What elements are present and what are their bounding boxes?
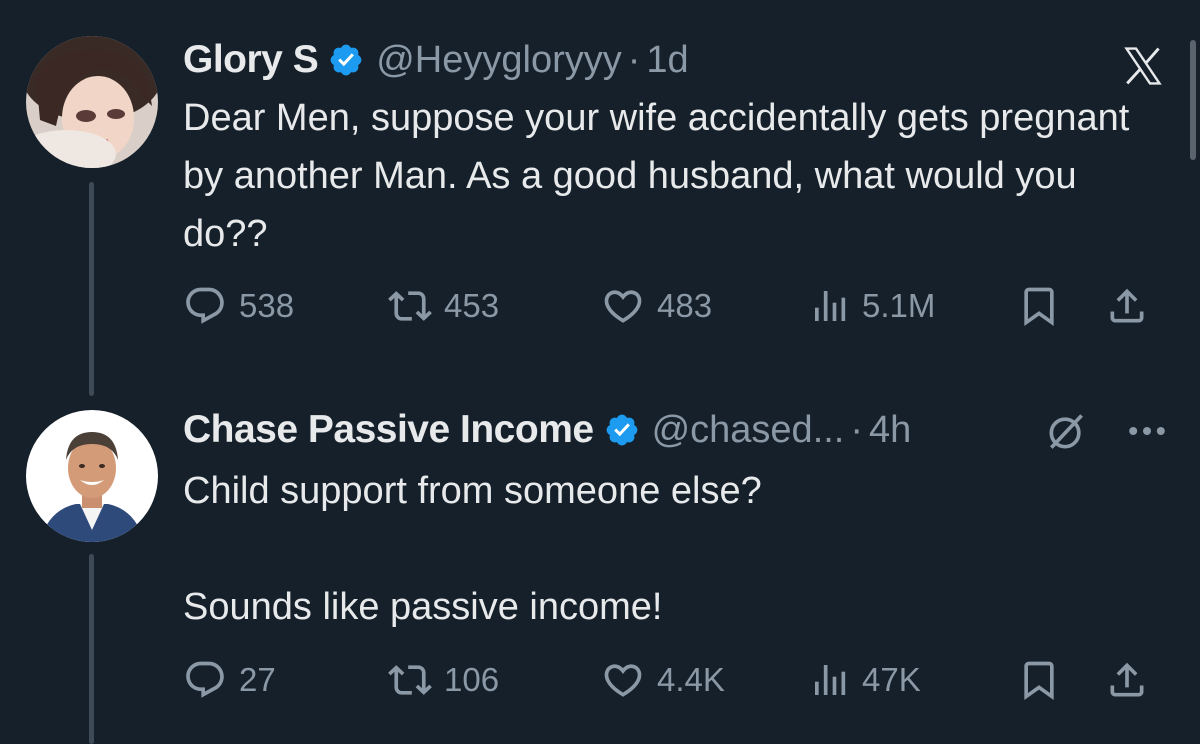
thread-line <box>89 182 94 396</box>
bookmark-icon <box>1024 287 1054 327</box>
x-logo-icon[interactable] <box>1116 44 1170 88</box>
reply-count: 27 <box>239 661 276 698</box>
bookmark-button[interactable] <box>1017 281 1061 331</box>
avatar-image <box>26 410 158 542</box>
retweet-count: 453 <box>444 287 500 324</box>
separator-dot: · <box>850 408 864 451</box>
timestamp[interactable]: 4h <box>869 409 911 452</box>
share-button[interactable] <box>1105 655 1149 705</box>
retweet-icon <box>388 665 432 695</box>
avatar[interactable] <box>26 36 158 168</box>
heart-icon <box>604 664 642 697</box>
share-button[interactable] <box>1105 281 1149 331</box>
thread-line <box>89 554 94 744</box>
reply-button[interactable]: 27 <box>183 655 276 705</box>
author-name[interactable]: Glory S <box>183 38 319 82</box>
tweet-actions: 27 106 4.4K 47K <box>183 655 1173 705</box>
author-name[interactable]: Chase Passive Income <box>183 408 594 452</box>
views-icon <box>815 665 846 695</box>
avatar-image <box>26 36 158 168</box>
reply-button[interactable]: 538 <box>183 281 294 331</box>
reply-icon <box>186 287 224 324</box>
author-handle[interactable]: @Heyygloryyy <box>376 39 622 82</box>
author-handle[interactable]: @chased... <box>652 409 845 452</box>
reply-icon <box>186 661 224 698</box>
retweet-button[interactable]: 106 <box>388 655 499 705</box>
reply-count: 538 <box>239 287 295 324</box>
views-count: 5.1M <box>862 287 936 324</box>
like-button[interactable]: 483 <box>601 281 712 331</box>
tweet-header: Glory S @Heyygloryyy · 1d <box>183 32 689 88</box>
scrollbar[interactable] <box>1190 40 1196 160</box>
views-button[interactable]: 47K <box>810 655 921 705</box>
verified-badge-icon <box>330 44 362 76</box>
timestamp[interactable]: 1d <box>646 39 688 82</box>
like-button[interactable]: 4.4K <box>601 655 725 705</box>
like-count: 4.4K <box>657 661 725 698</box>
like-count: 483 <box>657 287 713 324</box>
tweet-header: Chase Passive Income @chased... · 4h <box>183 402 911 458</box>
tweet-text: Child support from someone else? Sounds … <box>183 470 762 628</box>
views-icon <box>815 291 846 321</box>
original-tweet[interactable]: Glory S @Heyygloryyy · 1d Dear Men, supp… <box>0 0 1200 400</box>
verified-badge-icon <box>606 414 637 446</box>
retweet-count: 106 <box>444 661 500 698</box>
bookmark-icon <box>1024 661 1054 701</box>
heart-icon <box>604 290 642 323</box>
share-icon <box>1110 288 1144 323</box>
grok-icon[interactable] <box>1044 410 1088 454</box>
retweet-icon <box>388 291 432 321</box>
bookmark-button[interactable] <box>1017 655 1061 705</box>
avatar[interactable] <box>26 410 158 542</box>
views-count: 47K <box>862 661 921 698</box>
tweet-actions: 538 453 483 5.1M <box>183 281 1173 331</box>
retweet-button[interactable]: 453 <box>388 281 499 331</box>
views-button[interactable]: 5.1M <box>810 281 935 331</box>
tweet-text: Dear Men, suppose your wife accidentally… <box>183 97 1130 255</box>
separator-dot: · <box>627 38 641 81</box>
more-icon[interactable] <box>1124 411 1170 451</box>
share-icon <box>1110 662 1144 697</box>
